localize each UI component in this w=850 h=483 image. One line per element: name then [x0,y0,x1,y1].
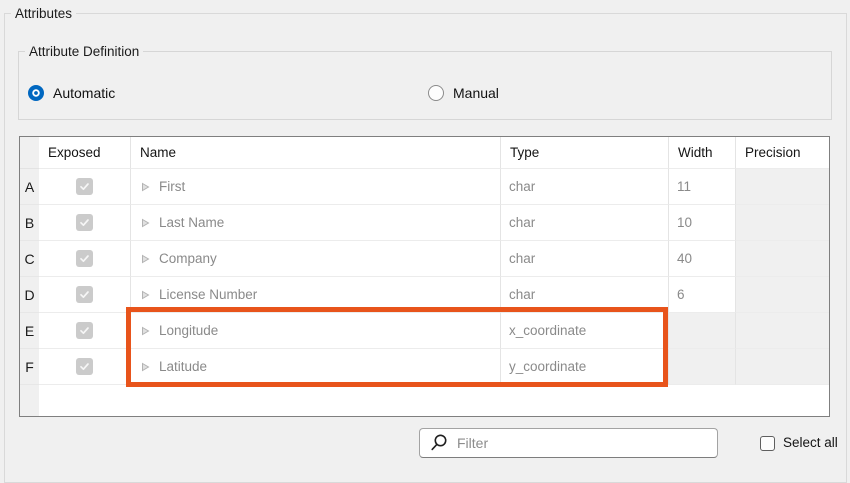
type-cell[interactable]: char [501,205,669,241]
expander-icon[interactable] [141,326,150,336]
column-header-name[interactable]: Name [131,137,501,169]
radio-automatic[interactable]: Automatic [28,85,115,101]
type-cell[interactable]: char [501,241,669,277]
unchecked-checkbox[interactable] [760,436,775,451]
exposed-cell [39,169,131,205]
type-cell[interactable]: char [501,277,669,313]
table-row: Company char 40 [39,241,829,277]
row-header-e[interactable]: E [20,313,39,349]
row-header-a[interactable]: A [20,169,39,205]
exposed-cell [39,277,131,313]
name-cell[interactable]: Latitude [131,349,501,385]
checked-disabled-checkbox [76,358,93,375]
width-cell [669,349,736,385]
name-cell[interactable]: Longitude [131,313,501,349]
exposed-cell [39,205,131,241]
column-header-exposed[interactable]: Exposed [39,137,131,169]
attribute-name: Last Name [159,215,224,230]
table-row: License Number char 6 [39,277,829,313]
radio-selected-icon [28,85,44,101]
exposed-cell [39,241,131,277]
name-cell[interactable]: First [131,169,501,205]
type-cell[interactable]: y_coordinate [501,349,669,385]
filter-field[interactable] [419,428,718,458]
row-header-c[interactable]: C [20,241,39,277]
width-cell[interactable]: 10 [669,205,736,241]
checked-disabled-checkbox [76,286,93,303]
name-cell[interactable]: License Number [131,277,501,313]
table-row-highlighted: Longitude x_coordinate [39,313,829,349]
expander-icon[interactable] [141,254,150,264]
type-cell[interactable]: x_coordinate [501,313,669,349]
precision-cell [736,277,829,313]
table-grid: Exposed Name Type Width Precision First … [39,137,829,416]
filter-input[interactable] [457,435,709,451]
attributes-title: Attributes [11,5,76,22]
expander-icon[interactable] [141,362,150,372]
type-cell[interactable]: char [501,169,669,205]
attribute-name: Company [159,251,217,266]
attribute-name: First [159,179,185,194]
checked-disabled-checkbox [76,250,93,267]
row-header-f[interactable]: F [20,349,39,385]
row-header-d[interactable]: D [20,277,39,313]
search-icon [429,433,449,453]
attribute-definition-groupbox: Attribute Definition [18,51,832,120]
width-cell[interactable]: 11 [669,169,736,205]
width-cell [669,313,736,349]
row-header-gutter: A B C D E F [20,137,39,416]
column-header-type[interactable]: Type [501,137,669,169]
table-row: First char 11 [39,169,829,205]
row-header-b[interactable]: B [20,205,39,241]
radio-unselected-icon [428,85,444,101]
radio-manual[interactable]: Manual [428,85,499,101]
table-corner [20,137,39,169]
name-cell[interactable]: Company [131,241,501,277]
select-all-option[interactable]: Select all [760,435,838,451]
precision-cell [736,349,829,385]
expander-icon[interactable] [141,182,150,192]
expander-icon[interactable] [141,290,150,300]
precision-cell [736,313,829,349]
radio-manual-label: Manual [453,85,499,101]
name-cell[interactable]: Last Name [131,205,501,241]
attribute-name: Latitude [159,359,207,374]
attribute-table: A B C D E F Exposed Name Type Width Prec… [19,136,830,417]
exposed-cell [39,349,131,385]
attribute-name: License Number [159,287,257,302]
radio-automatic-label: Automatic [53,85,115,101]
column-header-precision[interactable]: Precision [736,137,829,169]
precision-cell [736,205,829,241]
precision-cell [736,169,829,205]
table-row-highlighted: Latitude y_coordinate [39,349,829,385]
checked-disabled-checkbox [76,322,93,339]
attribute-definition-title: Attribute Definition [25,43,143,60]
checked-disabled-checkbox [76,214,93,231]
table-row: Last Name char 10 [39,205,829,241]
select-all-label: Select all [783,435,838,451]
expander-icon[interactable] [141,218,150,228]
width-cell[interactable]: 6 [669,277,736,313]
column-header-width[interactable]: Width [669,137,736,169]
table-header-row: Exposed Name Type Width Precision [39,137,829,169]
attribute-name: Longitude [159,323,218,338]
table-empty-area [39,385,829,416]
checked-disabled-checkbox [76,178,93,195]
width-cell[interactable]: 40 [669,241,736,277]
exposed-cell [39,313,131,349]
precision-cell [736,241,829,277]
